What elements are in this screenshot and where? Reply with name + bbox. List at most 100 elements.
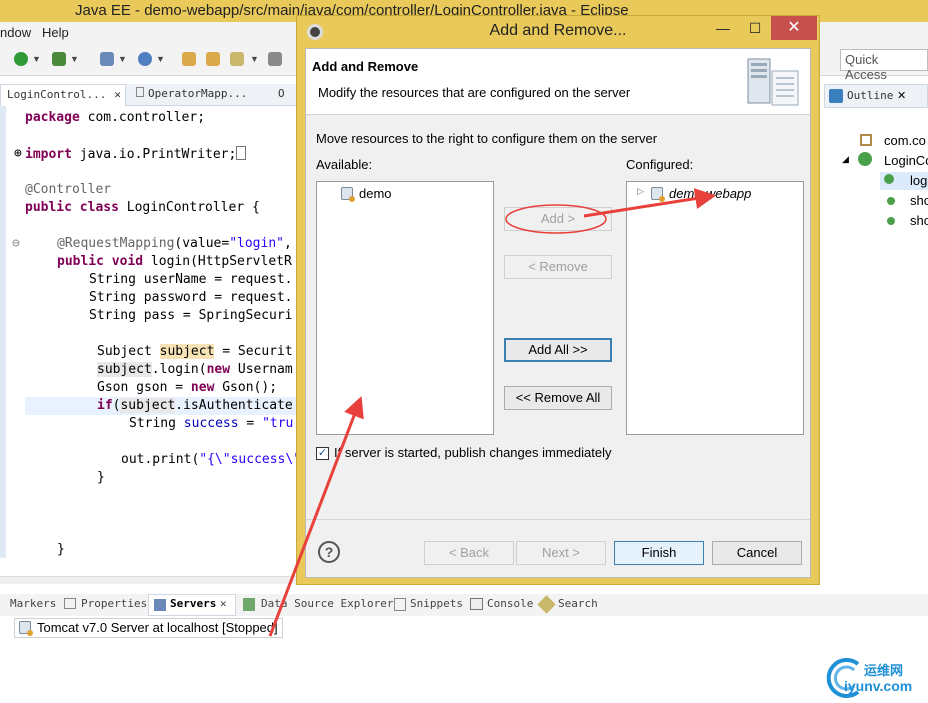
snippets-icon [394,598,406,611]
servers-icon [154,599,166,611]
tab-login-controller[interactable]: LoginControl... ✕ [0,84,126,106]
dialog-header-title: Add and Remove [312,59,419,74]
tab-snippets[interactable]: Snippets [410,597,463,610]
code-line: } [57,542,65,557]
method-icon [884,174,894,184]
tab-data-source-explorer[interactable]: Data Source Explorer [261,597,393,610]
search-tool-icon[interactable] [230,52,244,66]
tab-properties[interactable]: Properties [81,597,147,610]
cancel-button[interactable]: Cancel [712,541,802,565]
code-line: Gson gson = new Gson(); [97,380,278,395]
add-button[interactable]: Add > [504,207,612,231]
quick-access-input[interactable]: Quick Access [840,49,928,82]
available-list[interactable]: demo [316,181,494,435]
bottom-tab-bar: Markers Properties Servers ✕ Data Source… [0,594,928,616]
tab-outline[interactable]: Outline [847,89,893,102]
publish-checkbox[interactable]: ✓ [316,447,329,460]
outline-tab-bar: Outline ✕ [824,84,928,108]
code-line: } [97,470,105,485]
remove-button[interactable]: < Remove [504,255,612,279]
expand-icon[interactable]: ▷ [637,186,644,197]
menu-help[interactable]: Help [42,25,69,40]
project-icon [341,187,355,202]
remove-all-button[interactable]: << Remove All [504,386,612,410]
tab-markers[interactable]: Markers [10,597,56,610]
class-icon [858,152,872,166]
outline-panel: com.co ◢ LoginCo log sho sho [824,108,928,578]
project-icon [651,187,665,202]
class-dropdown-icon[interactable]: ▼ [156,54,165,64]
maximize-icon[interactable]: ☐ [739,16,771,40]
tab-label: O [278,87,285,100]
configured-list[interactable]: ▷ demo-webapp [626,181,804,435]
outline-item[interactable]: com.co [884,133,926,148]
back-button[interactable]: < Back [424,541,514,565]
add-all-button[interactable]: Add All >> [504,338,612,362]
close-icon[interactable]: ✕ [114,88,121,101]
run-icon[interactable] [14,52,28,66]
watermark-text: 运维网 [864,663,904,678]
fold-icon[interactable]: ⊖ [12,236,20,251]
outline-item[interactable]: log [910,173,927,188]
dialog-header: Add and Remove Modify the resources that… [306,49,810,115]
dialog-body: Add and Remove Modify the resources that… [305,48,811,578]
outline-item[interactable]: LoginCo [884,153,928,168]
code-line: package com.controller; [25,110,206,125]
tab-console[interactable]: Console [487,597,533,610]
next-button[interactable]: Next > [516,541,606,565]
code-editor[interactable]: package com.controller; ⊕ import java.io… [0,106,302,576]
fold-icon[interactable]: ⊕ [14,146,22,161]
watermark-url: iyunv.com [844,678,913,694]
tab-servers[interactable]: Servers [170,597,216,610]
new-server-icon[interactable] [100,52,114,66]
close-icon[interactable]: ✕ [771,16,817,40]
configured-label: Configured: [626,157,694,172]
code-line: String userName = request. [89,272,293,287]
outline-icon [829,89,843,103]
close-icon[interactable]: ✕ [897,89,906,102]
server-label: Tomcat v7.0 Server at localhost [Stopped… [37,620,278,635]
outline-item[interactable]: sho [910,193,928,208]
expand-icon[interactable]: ◢ [842,154,849,165]
debug-icon[interactable] [52,52,66,66]
code-line: @RequestMapping(value="login", [57,236,292,251]
code-line: String success = "tru [129,416,294,431]
code-line: subject.login(new Usernam [97,362,293,377]
new-class-icon[interactable] [138,52,152,66]
server-list-item[interactable]: Tomcat v7.0 Server at localhost [Stopped… [14,618,283,638]
help-icon[interactable]: ? [318,541,340,563]
list-item[interactable]: demo [341,186,392,202]
code-line: public void login(HttpServletR [57,254,292,269]
tab-label: OperatorMapp... [148,87,248,100]
server-icon [19,621,33,636]
properties-icon [64,598,76,609]
search-dropdown-icon[interactable]: ▼ [250,54,259,64]
run-dropdown-icon[interactable]: ▼ [32,54,41,64]
code-line: import java.io.PrintWriter; [25,146,247,162]
file-icon [136,87,144,97]
dialog-titlebar[interactable]: Add and Remove... — ☐ ✕ [297,16,819,48]
finish-button[interactable]: Finish [614,541,704,565]
code-line: out.print("{\"success\" [121,452,302,467]
open-type-icon[interactable] [182,52,196,66]
code-line: if(subject.isAuthenticate [97,398,293,413]
new-dropdown-icon[interactable]: ▼ [118,54,127,64]
search-icon [537,595,556,614]
list-item[interactable]: demo-webapp [651,186,751,202]
outline-item[interactable]: sho [910,213,928,228]
console-icon [470,598,483,610]
code-line: String pass = SpringSecuri [89,308,293,323]
tab-search[interactable]: Search [558,597,598,610]
code-line: public class LoginController { [25,200,260,215]
menu-window[interactable]: ndow [0,25,31,40]
dialog-separator [306,519,810,520]
tab-operator-mapper[interactable]: OperatorMapp... [130,84,266,106]
open-resource-icon[interactable] [206,52,220,66]
minimize-icon[interactable]: — [707,16,739,40]
close-icon[interactable]: ✕ [220,597,227,610]
debug-dropdown-icon[interactable]: ▼ [70,54,79,64]
nav-icon[interactable] [268,52,282,66]
dialog-header-message: Modify the resources that are configured… [318,85,631,100]
server-wizard-icon [747,58,799,106]
editor-hscrollbar[interactable] [0,576,300,584]
